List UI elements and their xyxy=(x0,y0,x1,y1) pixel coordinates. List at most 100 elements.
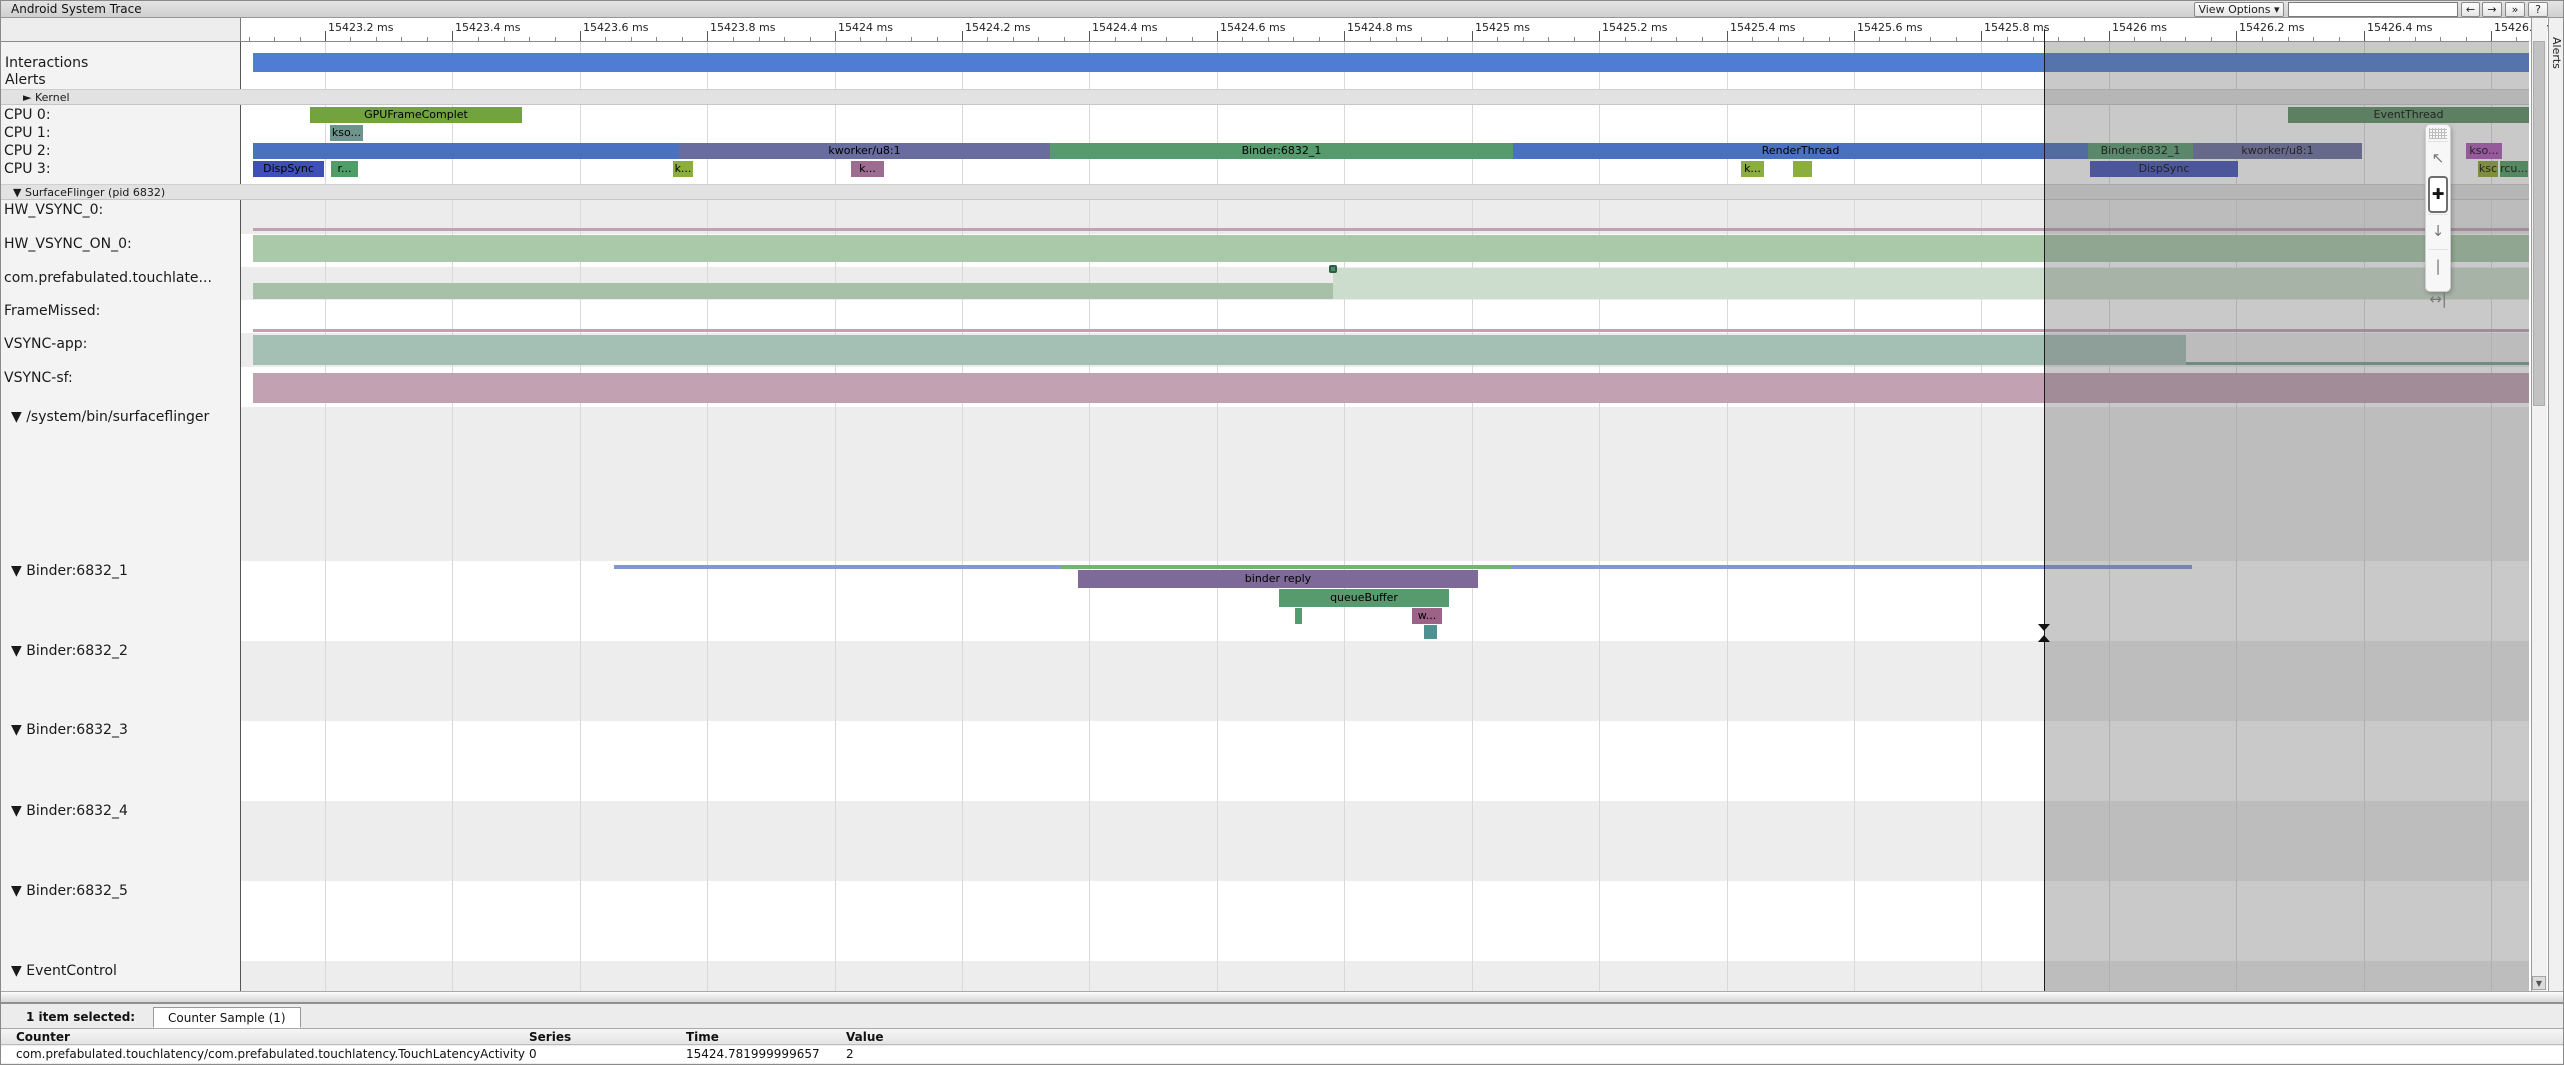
sidebar-item-binder-6832-3[interactable]: ▼ Binder:6832_3 xyxy=(11,722,128,738)
sidebar-item-cpu-1[interactable]: CPU 1: xyxy=(4,125,51,141)
ruler-minor-tick xyxy=(1447,37,1448,41)
ruler-minor-tick xyxy=(1879,37,1880,41)
slice-queuebuffer[interactable]: queueBuffer xyxy=(1279,589,1449,607)
slice-binder-6832-1[interactable]: Binder:6832_1 xyxy=(1050,143,1513,159)
ruler-minor-tick xyxy=(656,37,657,41)
ruler-minor-tick xyxy=(1396,37,1397,41)
alerts-side-panel[interactable] xyxy=(2548,18,2564,991)
thread-state-running[interactable] xyxy=(1061,565,1512,569)
sidebar-item-alerts[interactable]: Alerts xyxy=(5,72,46,88)
ruler-minor-tick xyxy=(1497,37,1498,41)
selection-status: 1 item selected: xyxy=(26,1010,135,1024)
ruler-major-tick xyxy=(1472,31,1473,41)
ruler-tick-label: 15423.2 ms xyxy=(328,21,393,34)
select-tool-icon[interactable]: ↖ xyxy=(2428,141,2448,175)
ruler-minor-tick xyxy=(886,37,887,41)
ruler-minor-tick xyxy=(733,37,734,41)
ruler-minor-tick xyxy=(504,37,505,41)
slice-k4[interactable] xyxy=(1793,161,1812,177)
android-system-trace-window: Android System Trace View Options ▾ ← → … xyxy=(0,0,2564,1065)
ruler-minor-tick xyxy=(1370,37,1371,41)
sidebar-item-eventcontrol[interactable]: ▼ EventControl xyxy=(11,963,117,979)
sidebar-item-binder-6832-4[interactable]: ▼ Binder:6832_4 xyxy=(11,803,128,819)
alerts-side-panel-label[interactable]: Alerts xyxy=(2550,37,2563,69)
ruler-major-tick xyxy=(2109,31,2110,41)
search-input[interactable] xyxy=(2288,2,2458,17)
sidebar-item-hw-vsync-on-0[interactable]: HW_VSYNC_ON_0: xyxy=(4,236,132,252)
selected-counter-sample-dot[interactable] xyxy=(1329,265,1337,273)
sidebar-item-binder-6832-1[interactable]: ▼ Binder:6832_1 xyxy=(11,563,128,579)
ruler-minor-tick xyxy=(2288,37,2289,41)
ruler-minor-tick xyxy=(2313,37,2314,41)
sidebar-item-vsync-app[interactable]: VSYNC-app: xyxy=(4,336,87,352)
view-options-button[interactable]: View Options ▾ xyxy=(2194,2,2284,17)
nav-skip-button[interactable]: » xyxy=(2505,2,2525,17)
ruler-minor-tick xyxy=(605,37,606,41)
slice-k2[interactable]: k... xyxy=(851,161,884,177)
sidebar-item-com-prefabulated[interactable]: com.prefabulated.touchlate... xyxy=(4,270,212,286)
ruler-minor-tick xyxy=(1651,37,1652,41)
ruler-minor-tick xyxy=(1752,37,1753,41)
counter-prefab-fill[interactable] xyxy=(253,283,1333,299)
ruler-minor-tick xyxy=(555,37,556,41)
sidebar-item-binder-6832-2[interactable]: ▼ Binder:6832_2 xyxy=(11,643,128,659)
scrollbar-down-arrow-icon[interactable]: ▼ xyxy=(2532,976,2546,990)
col-value: Value xyxy=(846,1030,884,1044)
ruler-minor-tick xyxy=(759,37,760,41)
ruler-minor-tick xyxy=(376,37,377,41)
slice-binder-reply[interactable]: binder reply xyxy=(1078,570,1478,588)
slice-w[interactable]: w... xyxy=(1412,608,1442,624)
slice-kso[interactable]: kso... xyxy=(330,125,363,141)
ruler-minor-tick xyxy=(1625,37,1626,41)
slice-kworker[interactable]: kworker/u8:1 xyxy=(679,143,1050,159)
sidebar-item-surfaceflinger-bin[interactable]: ▼ /system/bin/surfaceflinger xyxy=(11,409,209,425)
ruler-tick-label: 15425.2 ms xyxy=(1602,21,1667,34)
ruler-minor-tick xyxy=(810,37,811,41)
sidebar-item-cpu-0[interactable]: CPU 0: xyxy=(4,107,51,123)
sidebar-item-cpu-3[interactable]: CPU 3: xyxy=(4,161,51,177)
ruler-minor-tick xyxy=(2185,37,2186,41)
ruler-minor-tick xyxy=(427,37,428,41)
nav-forward-button[interactable]: → xyxy=(2482,2,2502,17)
panel-splitter[interactable] xyxy=(1,991,2564,1004)
sidebar-item-hw-vsync-0[interactable]: HW_VSYNC_0: xyxy=(4,202,103,218)
ruler-minor-tick xyxy=(2415,37,2416,41)
sidebar-item-binder-6832-5[interactable]: ▼ Binder:6832_5 xyxy=(11,883,128,899)
tab-counter-sample[interactable]: Counter Sample (1) xyxy=(153,1007,301,1028)
palette-drag-handle-icon[interactable] xyxy=(2429,128,2447,139)
slice-k3[interactable]: k... xyxy=(1741,161,1764,177)
slice-gpuframecomplet[interactable]: GPUFrameComplet xyxy=(310,107,522,123)
sidebar-item-interactions[interactable]: Interactions xyxy=(5,55,88,71)
sidebar-item-vsync-sf[interactable]: VSYNC-sf: xyxy=(4,370,73,386)
slice-renderthread[interactable]: RenderThread xyxy=(1513,143,2088,159)
slice-k1[interactable]: k... xyxy=(673,161,693,177)
sidebar-item-frame-missed[interactable]: FrameMissed: xyxy=(4,303,100,319)
slice-small-green[interactable] xyxy=(1295,608,1302,624)
vertical-scrollbar-thumb[interactable] xyxy=(2533,41,2545,406)
nav-back-button[interactable]: ← xyxy=(2461,2,2480,17)
counter-vsync-app[interactable] xyxy=(253,335,2186,365)
ruler-minor-tick xyxy=(2007,37,2008,41)
pan-tool-icon[interactable]: ✚ xyxy=(2428,176,2448,213)
cell-value: 2 xyxy=(846,1047,854,1061)
slice-r[interactable]: r... xyxy=(331,161,358,177)
ruler-minor-tick xyxy=(682,37,683,41)
ruler-minor-tick xyxy=(1192,37,1193,41)
sidebar-item-cpu-2[interactable]: CPU 2: xyxy=(4,143,51,159)
thread-state-runnable-1[interactable] xyxy=(614,565,1061,569)
time-ruler[interactable]: 15423.2 ms15423.4 ms15423.6 ms15423.8 ms… xyxy=(241,18,2529,42)
slice-small-teal[interactable] xyxy=(1424,625,1437,639)
ruler-tick-label: 15424 ms xyxy=(838,21,893,34)
slice-renderthread-left[interactable] xyxy=(253,143,679,159)
ruler-major-tick xyxy=(1854,31,1855,41)
slice-dispsync[interactable]: DispSync xyxy=(253,161,324,177)
help-button[interactable]: ? xyxy=(2528,2,2548,17)
cell-counter: com.prefabulated.touchlatency/com.prefab… xyxy=(16,1047,525,1061)
zoom-tool-icon[interactable]: ↓ xyxy=(2428,214,2448,248)
ruler-minor-tick xyxy=(1523,37,1524,41)
timing-tool-icon[interactable]: |↔| xyxy=(2428,249,2448,283)
table-row[interactable]: com.prefabulated.touchlatency/com.prefab… xyxy=(1,1046,2564,1063)
ruler-minor-tick xyxy=(529,37,530,41)
time-marker-line[interactable] xyxy=(2044,29,2045,991)
ruler-tick-label: 15425.6 ms xyxy=(1857,21,1922,34)
